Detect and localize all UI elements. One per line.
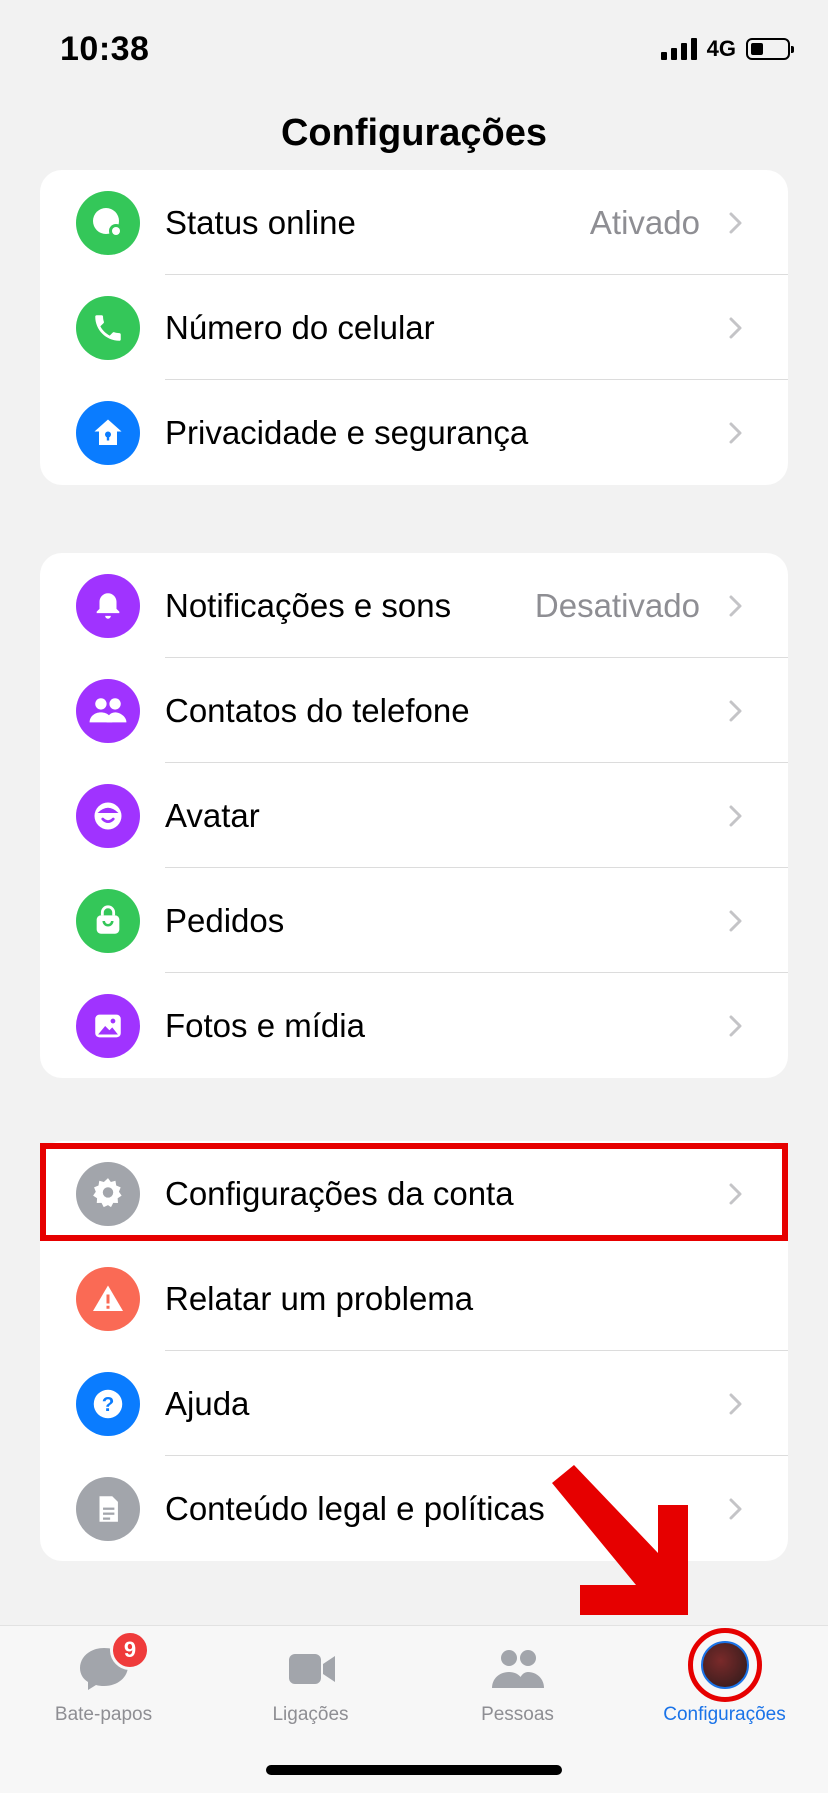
chevron-right-icon [729, 805, 742, 827]
row-value: Desativado [534, 587, 700, 624]
svg-text:?: ? [102, 1393, 115, 1416]
tab-label: Pessoas [481, 1704, 554, 1725]
chevron-right-icon [729, 212, 742, 234]
row-label: Pedidos [165, 902, 285, 939]
chevron-right-icon [729, 1183, 742, 1205]
privacy-home-lock-icon [76, 401, 140, 465]
row-account-settings[interactable]: Configurações da conta [40, 1141, 788, 1246]
status-online-icon [76, 191, 140, 255]
row-notifications-sounds[interactable]: Notificações e sons Desativado [40, 553, 788, 658]
row-label: Configurações da conta [165, 1175, 514, 1212]
row-help[interactable]: ? Ajuda [40, 1351, 788, 1456]
row-phone-contacts[interactable]: Contatos do telefone [40, 658, 788, 763]
tab-people[interactable]: Pessoas [414, 1626, 621, 1746]
chevron-right-icon [729, 910, 742, 932]
chevron-right-icon [729, 700, 742, 722]
avatar [701, 1641, 749, 1689]
chevron-right-icon [729, 1498, 742, 1520]
chevron-right-icon [729, 317, 742, 339]
document-icon [76, 1477, 140, 1541]
profile-avatar-icon[interactable] [688, 1628, 762, 1702]
chevron-right-icon [729, 422, 742, 444]
chevron-right-icon [729, 595, 742, 617]
status-time: 10:38 [60, 30, 150, 68]
row-label: Contatos do telefone [165, 692, 470, 729]
row-label: Número do celular [165, 309, 435, 346]
row-avatar[interactable]: Avatar [40, 763, 788, 868]
row-label: Status online [165, 204, 356, 241]
row-label: Notificações e sons [165, 587, 452, 624]
status-bar: 10:38 4G [0, 0, 828, 100]
settings-group-account-status: Status online Ativado Número do celular … [40, 170, 788, 485]
row-status-online[interactable]: Status online Ativado [40, 170, 788, 275]
battery-icon [746, 38, 794, 60]
page-title: Configurações [280, 112, 548, 154]
network-type: 4G [706, 36, 736, 61]
chevron-right-icon [729, 1393, 742, 1415]
photo-icon [76, 994, 140, 1058]
phone-icon [76, 296, 140, 360]
tab-chats[interactable]: 9 Bate-papos [0, 1626, 207, 1746]
row-label: Avatar [165, 797, 260, 834]
bell-icon [76, 574, 140, 638]
chevron-right-icon [729, 1015, 742, 1037]
row-label: Privacidade e segurança [165, 414, 529, 451]
row-label: Conteúdo legal e políticas [165, 1490, 545, 1527]
avatar-face-icon [76, 784, 140, 848]
row-value: Ativado [589, 204, 700, 241]
video-camera-icon [288, 1654, 335, 1684]
row-label: Relatar um problema [165, 1280, 474, 1317]
annotation-arrow-icon [552, 1465, 688, 1615]
home-indicator [266, 1765, 562, 1775]
tab-label: Ligações [272, 1704, 349, 1725]
contacts-icon [76, 679, 140, 743]
signal-icon [660, 38, 697, 60]
row-label: Ajuda [165, 1385, 250, 1422]
shopping-bag-icon [76, 889, 140, 953]
row-privacy-security[interactable]: Privacidade e segurança [40, 380, 788, 485]
tab-label: Configurações [663, 1704, 786, 1725]
row-photos-media[interactable]: Fotos e mídia [40, 973, 788, 1078]
settings-group-preferences: Notificações e sons Desativado Contatos … [40, 553, 788, 1078]
row-label: Fotos e mídia [165, 1007, 365, 1044]
row-phone-number[interactable]: Número do celular [40, 275, 788, 380]
people-icon [491, 1650, 544, 1688]
tab-label: Bate-papos [54, 1704, 153, 1725]
unread-badge: 9 [110, 1630, 150, 1670]
row-orders[interactable]: Pedidos [40, 868, 788, 973]
warning-icon [76, 1267, 140, 1331]
help-icon: ? [76, 1372, 140, 1436]
tab-calls[interactable]: Ligações [207, 1626, 414, 1746]
row-report-problem[interactable]: Relatar um problema [40, 1246, 788, 1351]
gear-icon [76, 1162, 140, 1226]
status-indicators: 4G [660, 36, 794, 62]
